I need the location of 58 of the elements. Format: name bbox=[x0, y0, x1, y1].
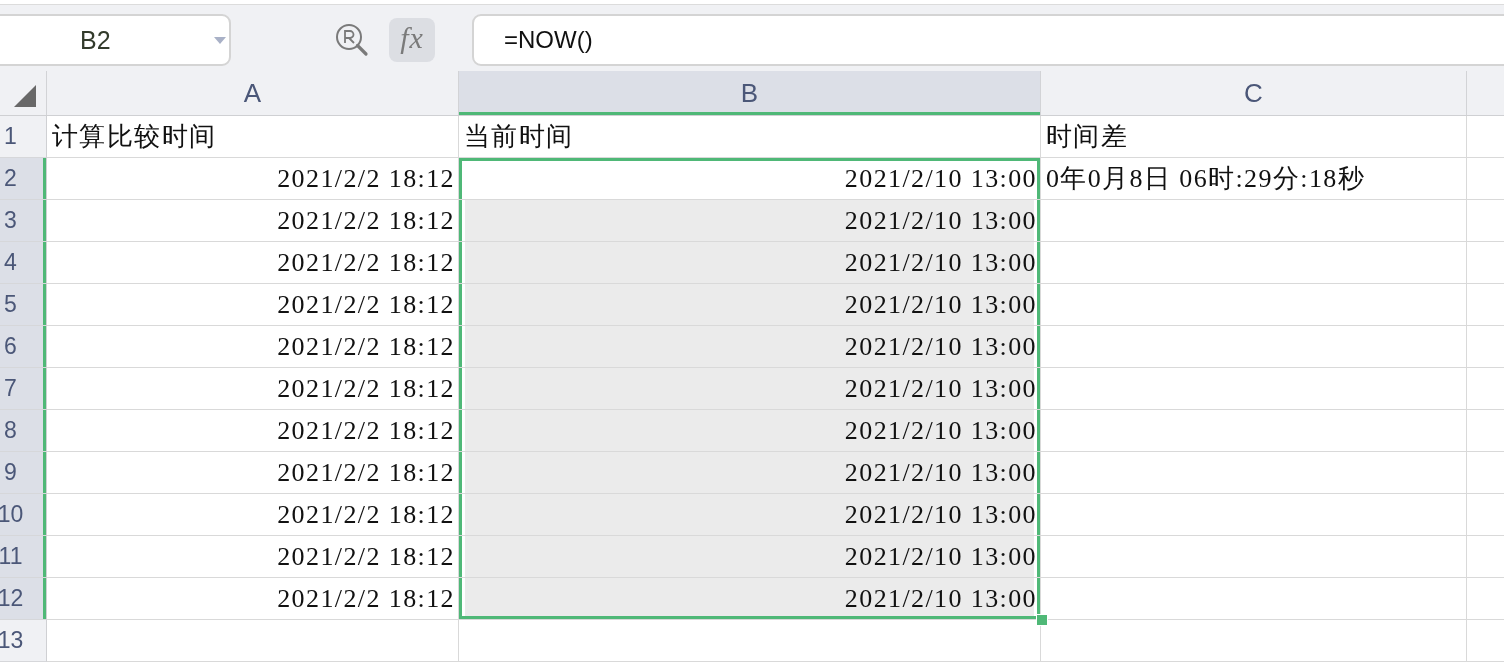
spreadsheet-cell[interactable]: 2021/2/10 13:00 bbox=[459, 158, 1041, 200]
row-header[interactable]: 11 bbox=[0, 536, 47, 578]
row-header[interactable]: 7 bbox=[0, 368, 47, 410]
spreadsheet-cell[interactable]: 2021/2/2 18:12 bbox=[47, 158, 459, 200]
spreadsheet-cell[interactable]: 2021/2/10 13:00 bbox=[459, 284, 1041, 326]
spreadsheet-cell[interactable] bbox=[1041, 452, 1467, 494]
spreadsheet-cell[interactable] bbox=[47, 620, 459, 662]
row-header[interactable]: 13 bbox=[0, 620, 47, 662]
spreadsheet-cell[interactable]: 2021/2/10 13:00 bbox=[459, 578, 1041, 620]
spreadsheet-cell[interactable]: 0年0月8日 06时:29分:18秒 bbox=[1041, 158, 1467, 200]
spreadsheet-cell[interactable]: 时间差 bbox=[1041, 116, 1467, 158]
spreadsheet-cell[interactable]: 2021/2/10 13:00 bbox=[459, 410, 1041, 452]
spreadsheet-cell[interactable] bbox=[1041, 410, 1467, 452]
spreadsheet-cell[interactable]: 2021/2/10 13:00 bbox=[459, 536, 1041, 578]
name-box-field[interactable]: B2 bbox=[0, 14, 231, 66]
row-header[interactable]: 12 bbox=[0, 578, 47, 620]
spreadsheet-cell[interactable]: 2021/2/2 18:12 bbox=[47, 452, 459, 494]
spreadsheet-cell[interactable]: 2021/2/2 18:12 bbox=[47, 284, 459, 326]
spreadsheet-cell[interactable] bbox=[1041, 620, 1467, 662]
spreadsheet-cell[interactable] bbox=[1041, 368, 1467, 410]
spreadsheet-cell[interactable]: 2021/2/2 18:12 bbox=[47, 494, 459, 536]
spreadsheet-cell[interactable]: 2021/2/10 13:00 bbox=[459, 494, 1041, 536]
row-header[interactable]: 6 bbox=[0, 326, 47, 368]
row-header[interactable]: 5 bbox=[0, 284, 47, 326]
spreadsheet-cell[interactable]: 2021/2/2 18:12 bbox=[47, 578, 459, 620]
spreadsheet-cell[interactable]: 2021/2/2 18:12 bbox=[47, 536, 459, 578]
magnifier-icon[interactable] bbox=[335, 23, 369, 57]
row-header[interactable]: 10 bbox=[0, 494, 47, 536]
spreadsheet-cell[interactable]: 2021/2/10 13:00 bbox=[459, 368, 1041, 410]
row-header[interactable]: 1 bbox=[0, 116, 47, 158]
spreadsheet-cell[interactable] bbox=[1041, 326, 1467, 368]
column-header[interactable]: C bbox=[1041, 71, 1467, 115]
spreadsheet-cell[interactable] bbox=[1041, 536, 1467, 578]
spreadsheet-cell[interactable]: 2021/2/2 18:12 bbox=[47, 242, 459, 284]
formula-field[interactable]: =NOW() bbox=[472, 14, 1504, 66]
spreadsheet-cell[interactable]: 当前时间 bbox=[459, 116, 1041, 158]
spreadsheet-cell[interactable] bbox=[1041, 284, 1467, 326]
caret-icon[interactable] bbox=[214, 36, 226, 44]
spreadsheet-cell[interactable] bbox=[1041, 494, 1467, 536]
row-header[interactable]: 4 bbox=[0, 242, 47, 284]
spreadsheet-cell[interactable]: 2021/2/2 18:12 bbox=[47, 326, 459, 368]
spreadsheet-cell[interactable]: 2021/2/10 13:00 bbox=[459, 452, 1041, 494]
spreadsheet-cell[interactable]: 2021/2/2 18:12 bbox=[47, 368, 459, 410]
row-header[interactable]: 3 bbox=[0, 200, 47, 242]
spreadsheet-cell[interactable] bbox=[1041, 242, 1467, 284]
spreadsheet-cell[interactable]: 2021/2/2 18:12 bbox=[47, 410, 459, 452]
row-header[interactable]: 8 bbox=[0, 410, 47, 452]
spreadsheet-cell[interactable]: 2021/2/10 13:00 bbox=[459, 326, 1041, 368]
spreadsheet-cell[interactable]: 2021/2/10 13:00 bbox=[459, 242, 1041, 284]
spreadsheet-cell[interactable] bbox=[1041, 200, 1467, 242]
fill-handle[interactable] bbox=[1036, 614, 1048, 626]
spreadsheet-cell[interactable]: 2021/2/2 18:12 bbox=[47, 200, 459, 242]
spreadsheet-cell[interactable]: 2021/2/10 13:00 bbox=[459, 200, 1041, 242]
column-header[interactable]: B bbox=[459, 71, 1041, 115]
row-header[interactable]: 2 bbox=[0, 158, 47, 200]
row-header[interactable]: 9 bbox=[0, 452, 47, 494]
spreadsheet-cell[interactable]: 计算比较时间 bbox=[47, 116, 459, 158]
triangle-icon[interactable] bbox=[14, 85, 36, 107]
